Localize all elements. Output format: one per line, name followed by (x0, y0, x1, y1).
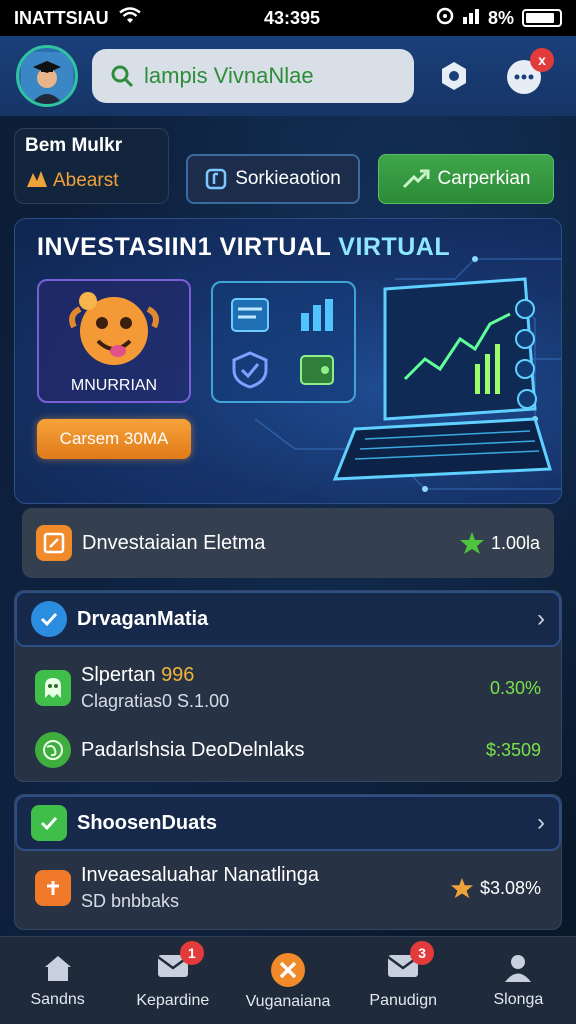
app-header: lampis VivnaNlae x (0, 36, 576, 116)
item-title: Slpertan (81, 664, 162, 686)
banner-title-accent: VIRTUAL (338, 233, 451, 261)
check-circle-icon (31, 601, 67, 637)
banner-title: INVESTASIIN1 VIRTUAL VIRTUAL (37, 233, 450, 262)
avatar[interactable] (16, 45, 78, 107)
selected-section-header[interactable]: ShoosenDuats › (15, 795, 561, 851)
carrier-name: INATTSIAU (14, 7, 109, 28)
status-bar: INATTSIAU 43:395 8% (0, 0, 576, 36)
settings-button[interactable] (434, 56, 474, 96)
subscription-icon (205, 168, 227, 190)
clock: 43:395 (264, 8, 321, 28)
search-icon (111, 65, 134, 88)
mascot-label: MNURRIAN (70, 377, 158, 394)
item-value: 0.30% (489, 677, 541, 698)
holdings-section-header[interactable]: DrvaganMatia › (15, 591, 561, 647)
laptop-chart-illustration (332, 277, 552, 481)
item-title: Inveaesaluahar Nanatlinga (81, 864, 319, 886)
wifi-icon (118, 6, 141, 30)
nav-badge: 1 (179, 941, 204, 965)
summary-value: 1.00la (490, 532, 540, 553)
banner-cta-button[interactable]: Carsem 30MA (37, 419, 191, 459)
compare-button[interactable]: Carperkian (378, 154, 554, 204)
item-value: $:3509 (485, 739, 541, 760)
orange-star-icon (450, 877, 473, 899)
selected-section: ShoosenDuats › Inveaesaluahar Nanatlinga… (14, 794, 562, 930)
nav-item-home[interactable]: Sandns (0, 937, 115, 1024)
account-card[interactable]: Bem Mulkr Abearst (14, 128, 169, 204)
user-icon (505, 954, 532, 982)
close-circle-icon (271, 952, 305, 987)
plus-box-icon (35, 870, 71, 906)
stats-icon (25, 167, 49, 195)
search-text: lampis VivnaNlae (144, 63, 314, 88)
nav-item-profile[interactable]: Slonga (461, 937, 576, 1024)
chevron-right-icon: › (537, 605, 545, 632)
holdings-section-title: DrvaganMatia (77, 607, 209, 630)
nav-item-messages[interactable]: 1 Kepardine (115, 937, 230, 1024)
nav-label: Panudign (369, 992, 438, 1009)
nav-badge: 3 (410, 941, 435, 965)
shield-check-icon (221, 346, 280, 393)
nav-item-notifications[interactable]: 3 Panudign (346, 937, 461, 1024)
trend-arrow-icon (402, 169, 430, 189)
checkbox-icon (31, 805, 67, 841)
ghost-icon (35, 670, 71, 706)
nav-label: Kepardine (136, 992, 210, 1009)
list-item[interactable]: Slpertan 996 Clagratias0 S.1.00 0.30% (15, 657, 561, 719)
green-star-icon (459, 532, 484, 554)
quick-actions: Bem Mulkr Abearst Sorkieaotion Carperkia… (14, 128, 562, 204)
mascot-face-icon (69, 292, 159, 365)
banner-title-main: INVESTASIIN1 VIRTUAL (37, 233, 339, 261)
nav-label: Vuganaiana (245, 992, 331, 1010)
holdings-section: DrvaganMatia › Slpertan 996 Clagratias0 … (14, 590, 562, 782)
document-icon (221, 291, 280, 338)
search-input[interactable]: lampis VivnaNlae (92, 49, 414, 103)
item-subtitle: SD bnbbaks (81, 891, 180, 911)
item-title-accent: 996 (161, 664, 195, 686)
promo-banner[interactable]: INVESTASIIN1 VIRTUAL VIRTUAL MNURRIAN Ca… (14, 218, 562, 504)
investment-summary-row[interactable]: Dnvestaiaian Eletma 1.00la (22, 508, 554, 578)
chat-badge: x (530, 48, 554, 72)
subscription-button[interactable]: Sorkieaotion (186, 154, 360, 204)
account-card-title: Bem Mulkr (25, 135, 123, 156)
alarm-icon (436, 7, 454, 30)
summary-value-group: 1.00la (459, 531, 540, 555)
item-subtitle: Clagratias0 S.1.00 (81, 691, 230, 711)
nav-item-center[interactable]: Vuganaiana (230, 937, 345, 1024)
home-icon (44, 955, 71, 981)
nav-label: Sandns (30, 990, 85, 1008)
item-value-group: $3.08% (450, 877, 541, 899)
compare-label: Carperkian (437, 168, 531, 189)
globe-icon (35, 732, 71, 768)
chat-button[interactable]: x (504, 48, 554, 96)
selected-section-title: ShoosenDuats (77, 811, 218, 834)
chevron-right-icon: › (537, 809, 545, 836)
graduate-avatar-icon (21, 52, 73, 104)
account-card-sub: Abearst (53, 170, 119, 191)
battery-icon (522, 9, 562, 27)
item-title: Padarlshsia DeoDelnlaks (81, 738, 305, 761)
mascot-panel: MNURRIAN (37, 279, 191, 403)
summary-label: Dnvestaiaian Eletma (82, 531, 266, 554)
bottom-nav: Sandns 1 Kepardine Vuganaiana 3 Panudign… (0, 936, 576, 1024)
nav-label: Slonga (493, 990, 544, 1008)
list-item[interactable]: Padarlshsia DeoDelnlaks $:3509 (15, 719, 561, 781)
gear-icon (442, 62, 466, 90)
signal-icon (462, 8, 480, 29)
edit-document-icon (36, 525, 72, 561)
subscription-label: Sorkieaotion (235, 168, 341, 189)
item-value: $3.08% (479, 877, 541, 898)
list-item[interactable]: Inveaesaluahar Nanatlinga SD bnbbaks $3.… (15, 857, 561, 919)
battery-percent: 8% (487, 7, 514, 28)
